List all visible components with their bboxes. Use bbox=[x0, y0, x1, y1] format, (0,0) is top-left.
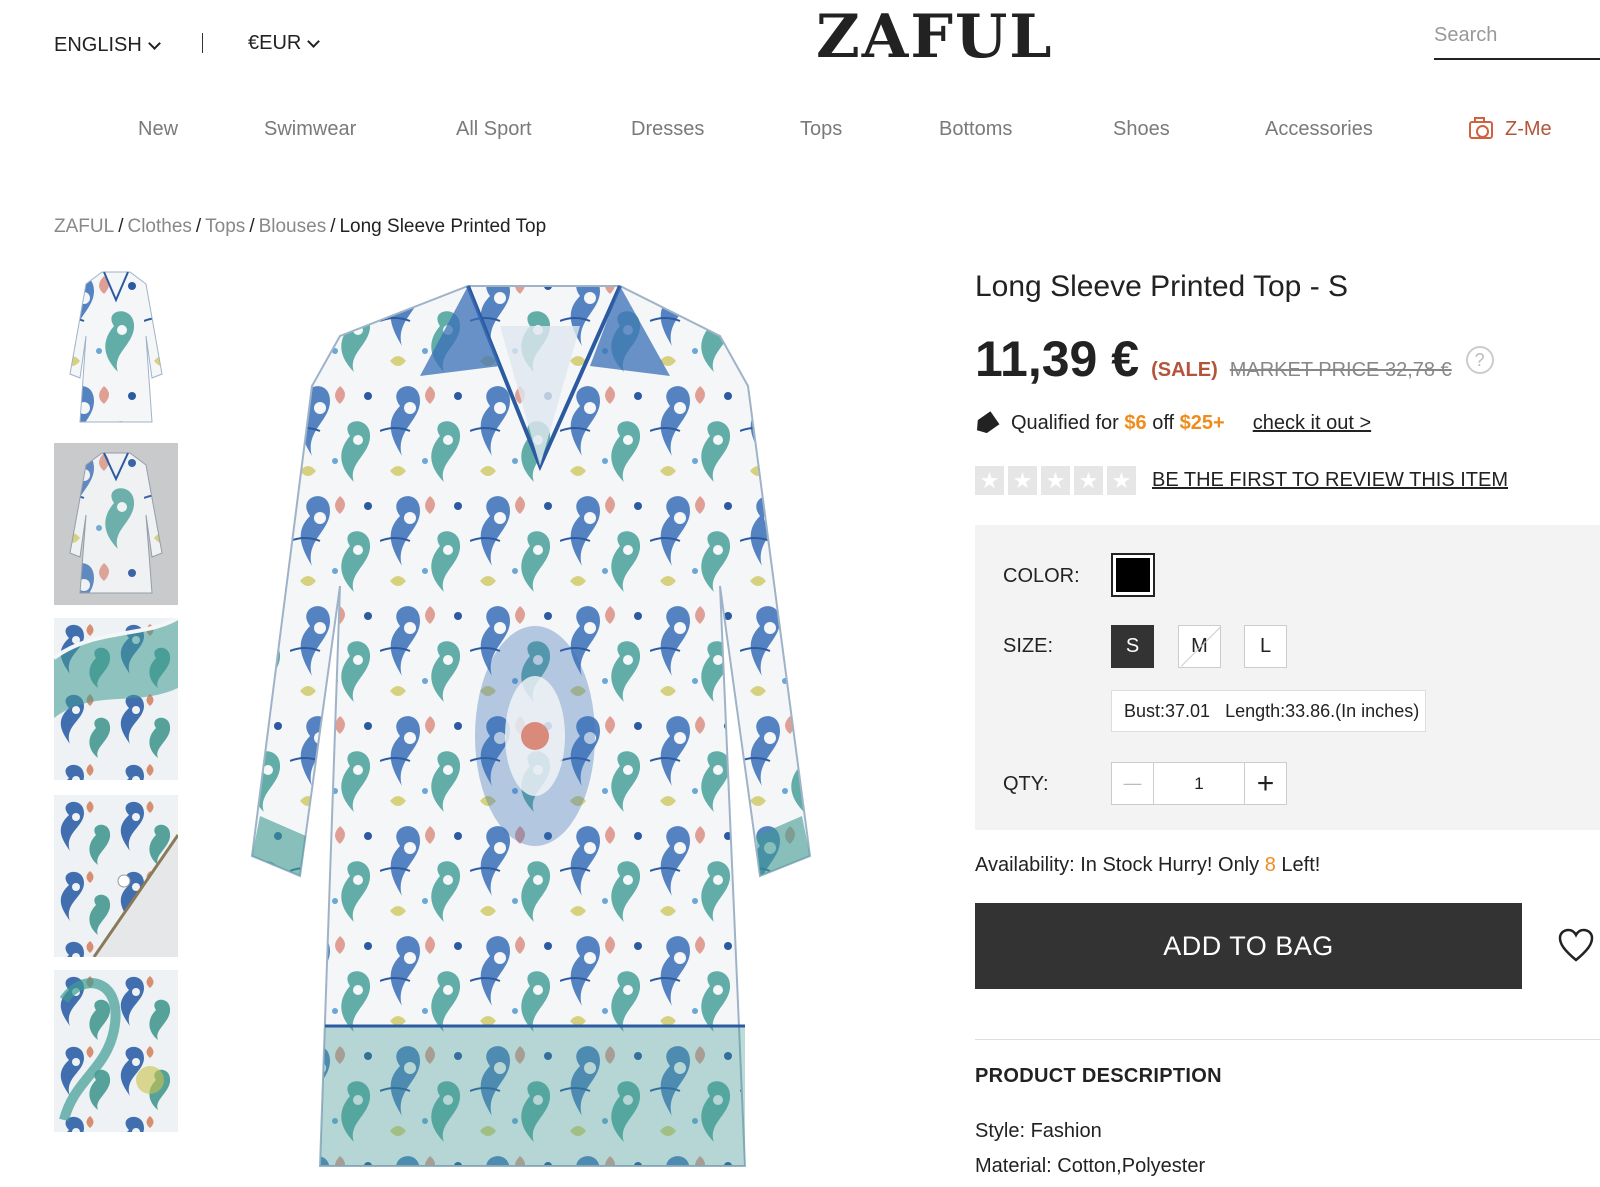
breadcrumb: ZAFUL / Clothes / Tops / Blouses / Long Sleeve P… bbox=[54, 216, 547, 237]
breadcrumb-current: Long Sleeve Printed Top bbox=[339, 216, 547, 237]
size-option-m[interactable]: M bbox=[1178, 625, 1221, 668]
add-to-bag-button[interactable]: ADD TO BAG bbox=[975, 903, 1522, 989]
chevron-down-icon bbox=[147, 36, 161, 50]
top-bar: ENGLISH €EUR ZAFUL bbox=[0, 0, 1600, 100]
availability-suffix: Left! bbox=[1281, 854, 1321, 876]
size-option-l[interactable]: L bbox=[1244, 625, 1287, 668]
promo-threshold: $25+ bbox=[1179, 412, 1225, 434]
rating-row: ★ ★ ★ ★ ★ BE THE FIRST TO REVIEW THIS IT… bbox=[975, 466, 1508, 495]
main-nav: New Swimwear All Sport Dresses Tops Bott… bbox=[0, 116, 1600, 158]
currency-label: €EUR bbox=[248, 32, 302, 54]
size-measurements: Bust:37.01 Length:33.86.(In inches) bbox=[1111, 690, 1426, 732]
sale-badge: (SALE) bbox=[1151, 359, 1218, 381]
availability-prefix: Availability: In Stock Hurry! Only bbox=[975, 854, 1260, 876]
breadcrumb-item-blouses[interactable]: Blouses bbox=[259, 216, 327, 237]
size-option-s[interactable]: S bbox=[1111, 625, 1154, 668]
minus-icon: — bbox=[1123, 773, 1142, 793]
nav-item-all-sport[interactable]: All Sport bbox=[456, 118, 532, 141]
currency-selector[interactable]: €EUR bbox=[248, 32, 321, 55]
options-panel: COLOR: SIZE: S M L Bust:37.01 Length:33.… bbox=[975, 525, 1600, 830]
stock-count: 8 bbox=[1264, 854, 1276, 876]
nav-item-bottoms[interactable]: Bottoms bbox=[939, 118, 1012, 141]
star-icon: ★ bbox=[1107, 466, 1136, 495]
promo-row: Qualified for $6 off $25+ check it out > bbox=[975, 412, 1371, 435]
availability: Availability: In Stock Hurry! Only 8 Lef… bbox=[975, 854, 1320, 877]
nav-item-label: Z-Me bbox=[1505, 118, 1552, 140]
qty-input[interactable]: 1 bbox=[1154, 762, 1244, 805]
thumbnail-5[interactable] bbox=[54, 970, 178, 1132]
review-link[interactable]: BE THE FIRST TO REVIEW THIS ITEM bbox=[1152, 469, 1508, 492]
search-box[interactable] bbox=[1434, 18, 1600, 60]
tag-icon bbox=[972, 411, 999, 437]
product-photo bbox=[200, 266, 900, 1187]
thumbnail-2[interactable] bbox=[54, 443, 178, 605]
swatch-fill bbox=[1116, 558, 1150, 592]
size-label: SIZE: bbox=[1003, 635, 1054, 657]
price-row: 11,39 € (SALE) MARKET PRICE 32,78 € ? bbox=[975, 330, 1494, 390]
nav-item-new[interactable]: New bbox=[138, 118, 178, 141]
nav-item-dresses[interactable]: Dresses bbox=[631, 118, 704, 141]
promo-prefix: Qualified for bbox=[1011, 412, 1119, 434]
heart-icon[interactable] bbox=[1558, 928, 1594, 964]
thumbnail-4[interactable] bbox=[54, 795, 178, 957]
measurements-text: Bust:37.01 Length:33.86.(In inches) bbox=[1124, 700, 1420, 721]
thumbnail-image bbox=[54, 618, 178, 780]
nav-item-swimwear[interactable]: Swimwear bbox=[264, 118, 356, 141]
nav-item-tops[interactable]: Tops bbox=[800, 118, 842, 141]
description-heading: PRODUCT DESCRIPTION bbox=[975, 1065, 1222, 1087]
thumbnail-3[interactable] bbox=[54, 618, 178, 780]
thumbnail-image bbox=[54, 795, 178, 957]
sale-price: 11,39 € bbox=[975, 331, 1140, 387]
thumbnail-image bbox=[54, 266, 178, 428]
color-swatch-black[interactable] bbox=[1111, 553, 1155, 597]
qty-increase-button[interactable]: + bbox=[1244, 762, 1287, 805]
star-icon: ★ bbox=[1074, 466, 1103, 495]
market-price: MARKET PRICE 32,78 € bbox=[1229, 359, 1452, 381]
qty-label: QTY: bbox=[1003, 773, 1049, 795]
star-icon: ★ bbox=[1008, 466, 1037, 495]
promo-discount: $6 bbox=[1124, 412, 1147, 434]
check-it-out-link[interactable]: check it out > bbox=[1253, 412, 1371, 435]
qty-decrease-button[interactable]: — bbox=[1111, 762, 1154, 805]
language-selector[interactable]: ENGLISH bbox=[54, 34, 161, 57]
thumbnail-image bbox=[54, 443, 178, 605]
promo-middle: off bbox=[1152, 412, 1175, 434]
product-title: Long Sleeve Printed Top - S bbox=[975, 270, 1349, 303]
breadcrumb-item-clothes[interactable]: Clothes bbox=[127, 216, 191, 237]
camera-icon bbox=[1469, 116, 1493, 139]
chevron-down-icon bbox=[307, 34, 321, 48]
star-icon: ★ bbox=[975, 466, 1004, 495]
nav-item-shoes[interactable]: Shoes bbox=[1113, 118, 1170, 141]
plus-icon: + bbox=[1256, 766, 1275, 800]
main-product-image[interactable] bbox=[200, 266, 900, 1187]
nav-item-z-me[interactable]: Z-Me bbox=[1469, 116, 1552, 141]
help-icon[interactable]: ? bbox=[1465, 346, 1494, 374]
star-icon: ★ bbox=[1041, 466, 1070, 495]
language-label: ENGLISH bbox=[54, 34, 142, 56]
thumbnail-1[interactable] bbox=[54, 266, 178, 428]
section-divider bbox=[975, 1039, 1600, 1040]
quantity-stepper: — 1 + bbox=[1111, 762, 1287, 805]
color-label: COLOR: bbox=[1003, 565, 1080, 587]
divider bbox=[202, 33, 203, 53]
description-style: Style: Fashion bbox=[975, 1120, 1102, 1142]
breadcrumb-item-zaful[interactable]: ZAFUL bbox=[54, 216, 114, 237]
search-input[interactable] bbox=[1434, 18, 1600, 47]
site-logo[interactable]: ZAFUL bbox=[816, 2, 1053, 72]
thumbnail-image bbox=[54, 970, 178, 1132]
nav-item-accessories[interactable]: Accessories bbox=[1265, 118, 1373, 141]
breadcrumb-item-tops[interactable]: Tops bbox=[205, 216, 245, 237]
description-material: Material: Cotton,Polyester bbox=[975, 1155, 1206, 1177]
